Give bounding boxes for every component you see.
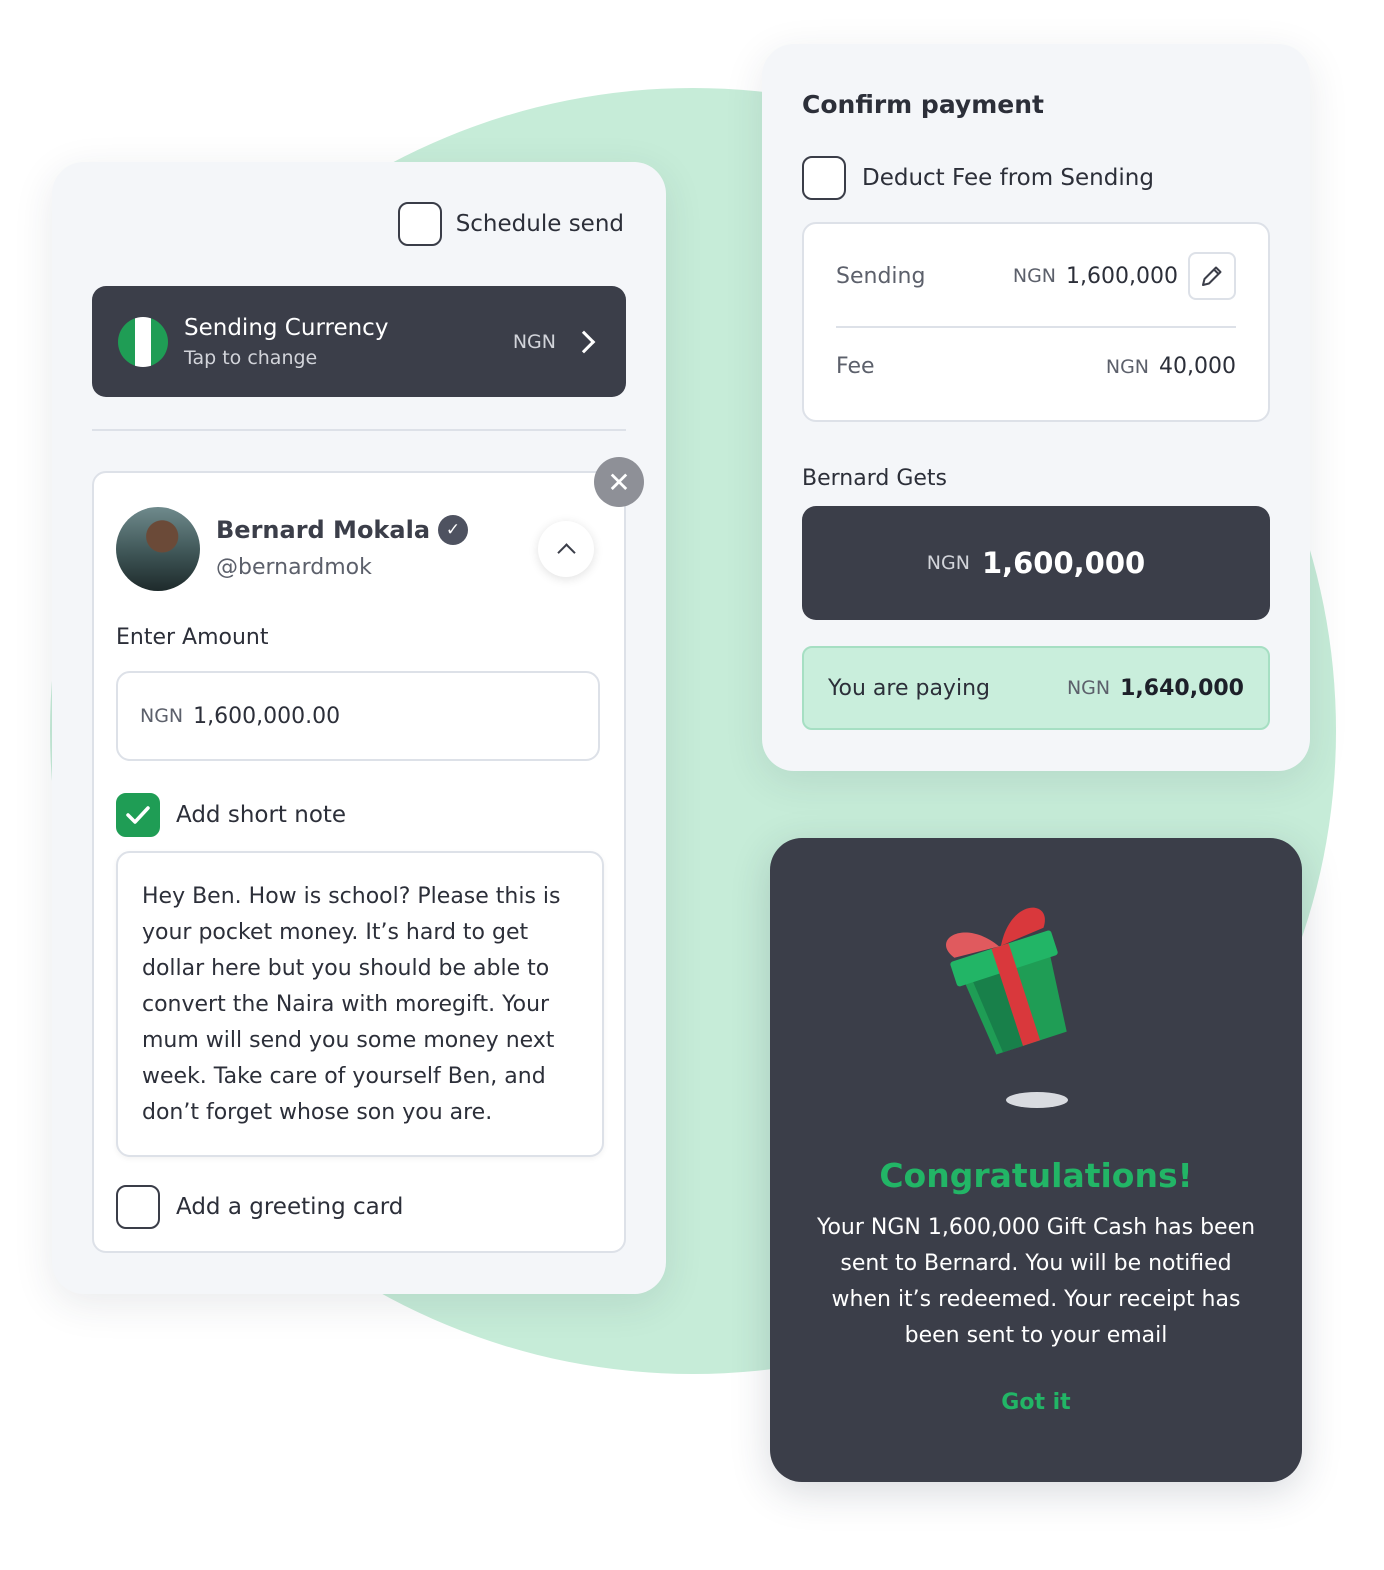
paying-value: 1,640,000	[1120, 675, 1244, 701]
checkmark-icon	[126, 806, 150, 824]
avatar	[116, 507, 200, 591]
got-it-button[interactable]: Got it	[770, 1390, 1302, 1415]
verified-badge-icon: ✓	[438, 515, 469, 545]
gets-currency: NGN	[926, 552, 970, 574]
recipient-name: Bernard Mokala	[216, 516, 431, 544]
recipient-name-row: Bernard Mokala ✓	[216, 515, 469, 545]
deduct-fee-label: Deduct Fee from Sending	[862, 165, 1154, 191]
paying-label: You are paying	[828, 675, 990, 701]
collapse-button[interactable]	[538, 521, 594, 577]
recipient-gets-label: Bernard Gets	[802, 466, 947, 491]
recipient-gets-amount: NGN 1,600,000	[802, 506, 1270, 620]
fee-row: Fee NGN 40,000	[836, 354, 1236, 379]
nigeria-flag-icon	[118, 316, 168, 367]
confirm-payment-card: Confirm payment Deduct Fee from Sending …	[762, 44, 1310, 771]
note-textarea[interactable]: Hey Ben. How is school? Please this is y…	[116, 851, 604, 1157]
recipient-handle: @bernardmok	[216, 555, 372, 580]
greeting-card-checkbox[interactable]	[116, 1185, 160, 1229]
chevron-up-icon	[556, 542, 576, 562]
add-note-label: Add short note	[176, 802, 347, 828]
fee-currency: NGN	[1105, 355, 1150, 378]
add-note-checkbox[interactable]	[116, 793, 160, 837]
sending-row: Sending NGN 1,600,000	[836, 252, 1236, 300]
success-dialog: Congratulations! Your NGN 1,600,000 Gift…	[770, 838, 1302, 1482]
sending-currency: NGN	[1012, 265, 1057, 287]
close-icon[interactable]: ✕	[594, 457, 644, 507]
gets-value: 1,600,000	[981, 546, 1146, 580]
add-note-option[interactable]: Add short note	[116, 793, 346, 837]
summary-divider	[836, 326, 1236, 328]
amount-currency: NGN	[140, 705, 184, 727]
amount-value: 1,600,000.00	[193, 703, 341, 729]
fee-label: Fee	[836, 354, 875, 379]
amount-label: Enter Amount	[116, 625, 269, 650]
chevron-right-icon	[572, 330, 596, 353]
send-gift-card: Schedule send Sending Currency Tap to ch…	[52, 162, 666, 1294]
deduct-fee-option[interactable]: Deduct Fee from Sending	[802, 156, 1154, 200]
schedule-send-option[interactable]: Schedule send	[397, 202, 624, 246]
recipient-card: ✕ Bernard Mokala ✓ @bernardmok Enter Amo…	[92, 457, 644, 1253]
success-message: Your NGN 1,600,000 Gift Cash has been se…	[816, 1215, 1256, 1348]
paying-currency: NGN	[1066, 677, 1111, 699]
divider	[92, 429, 626, 431]
confirm-title: Confirm payment	[802, 90, 1044, 119]
schedule-send-checkbox[interactable]	[397, 202, 442, 246]
greeting-card-option[interactable]: Add a greeting card	[116, 1185, 403, 1229]
success-title: Congratulations!	[879, 1156, 1193, 1195]
fee-value: 40,000	[1159, 354, 1236, 379]
greeting-card-label: Add a greeting card	[176, 1194, 404, 1220]
pencil-icon	[1202, 266, 1222, 286]
amount-input[interactable]: NGN 1,600,000.00	[116, 671, 600, 761]
sending-label: Sending	[836, 263, 926, 289]
sending-value: 1,600,000	[1066, 263, 1178, 289]
deduct-fee-checkbox[interactable]	[802, 156, 846, 200]
sending-currency-subtitle: Tap to change	[184, 346, 318, 369]
sending-currency-title: Sending Currency	[184, 314, 389, 341]
sending-currency-selector[interactable]: Sending Currency Tap to change NGN	[92, 286, 626, 397]
schedule-send-label: Schedule send	[455, 211, 624, 237]
gift-box-icon	[946, 907, 1067, 1055]
gift-shadow	[1006, 1092, 1068, 1108]
edit-button[interactable]	[1188, 252, 1236, 300]
currency-code: NGN	[512, 330, 556, 353]
payment-summary: Sending NGN 1,600,000 Fee NGN 40,000	[802, 222, 1270, 422]
total-paying: You are paying NGN 1,640,000	[802, 646, 1270, 730]
